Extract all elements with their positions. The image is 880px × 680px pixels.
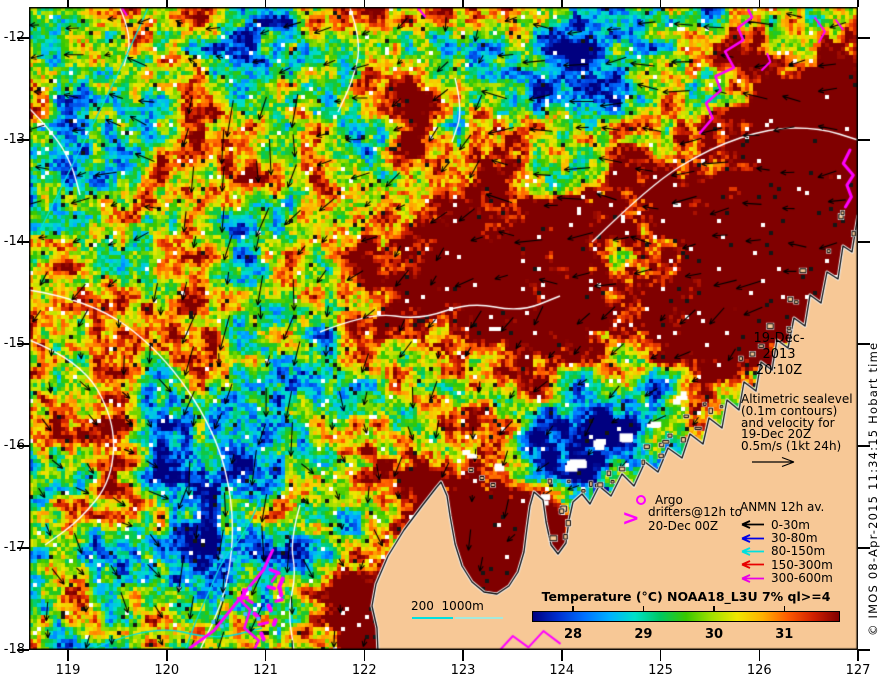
- datetime-annotation: 19-Dec-2013 20:10Z: [738, 331, 820, 379]
- anmn-depth-row: 150-300m: [738, 557, 833, 572]
- anmn-current-arrow-icon: [741, 520, 764, 530]
- lat-tick-right: [858, 241, 870, 243]
- lon-tick-label: 120: [154, 663, 180, 678]
- argo-marker-icon: [636, 495, 646, 505]
- colorbar-tick: [783, 606, 786, 611]
- lon-tick: [857, 650, 859, 661]
- drifters-text: drifters@12h to 20-Dec 00Z: [648, 505, 742, 533]
- lon-tick-top: [758, 0, 760, 7]
- colorbar-tick: [572, 606, 574, 611]
- lat-tick-label: -13: [3, 132, 25, 147]
- lon-tick-top: [166, 0, 168, 7]
- temperature-colorbar: 28 29 30 31: [532, 606, 840, 642]
- lon-tick-top: [659, 0, 662, 7]
- bathy-1000-label: 1000m: [441, 599, 484, 613]
- anmn-depth-label: 150-300m: [771, 557, 833, 572]
- copyright-vertical-text: © IMOS 08-Apr-2015 11:34:15 Hobart time: [866, 341, 880, 636]
- lat-tick-label: -16: [3, 438, 25, 453]
- lat-tick-right: [858, 649, 870, 651]
- altimetric-line: 0.5m/s (1kt 24h): [741, 439, 842, 454]
- lon-tick-top: [67, 0, 69, 7]
- anmn-depth-row: 0-30m: [738, 517, 833, 532]
- lat-tick-right: [858, 139, 870, 141]
- bathy-200-label: 200: [411, 599, 434, 613]
- colorbar-tick-label: 31: [775, 627, 794, 642]
- anmn-depth-label: 30-80m: [771, 531, 818, 546]
- anmn-title: ANMN 12h av.: [740, 500, 825, 514]
- anmn-depth-row: 80-150m: [738, 544, 833, 559]
- bathy-200-line-icon: [412, 617, 453, 619]
- lon-tick-top: [462, 0, 464, 7]
- lon-tick: [363, 650, 365, 661]
- lon-tick-label: 119: [55, 663, 81, 678]
- lon-tick-top: [857, 0, 859, 7]
- imos-sst-map-page: 119 120 121 122 123 124 125 126 127 -12 -13 -14 -15 -…: [0, 0, 880, 680]
- lon-tick: [659, 650, 662, 661]
- lon-tick-top: [264, 0, 267, 7]
- lon-tick: [264, 650, 267, 661]
- altimetric-note: Altimetric sealevel (0.1m contours) and …: [741, 393, 853, 454]
- anmn-depth-label: 80-150m: [771, 544, 826, 559]
- colorbar-tick-label: 28: [563, 627, 583, 642]
- colorbar-tick: [642, 606, 645, 611]
- lon-tick-top: [363, 0, 365, 7]
- anmn-depth-label: 0-30m: [771, 517, 810, 532]
- drifters-legend: > drifters@12h to 20-Dec 00Z: [622, 505, 752, 537]
- lon-tick-label: 122: [351, 663, 377, 678]
- drifters-line: drifters@12h to: [648, 505, 742, 519]
- lon-tick-label: 121: [253, 663, 278, 678]
- lon-tick-top: [561, 0, 563, 7]
- lat-tick-label: -12: [3, 30, 25, 45]
- velocity-scale-arrow-icon: [752, 456, 795, 468]
- anmn-depth-row: 30-80m: [738, 531, 833, 546]
- lat-tick-label: -17: [3, 540, 25, 555]
- sst-map-canvas: [29, 7, 858, 650]
- anmn-current-arrow-icon: [741, 573, 764, 583]
- date-line: 19-Dec-2013: [753, 331, 805, 362]
- lon-tick: [561, 650, 563, 661]
- drifters-line: 20-Dec 00Z: [648, 518, 719, 533]
- colorbar-tick-label: 29: [634, 627, 653, 642]
- bathymetry-scale-legend: 200 1000m: [411, 599, 503, 619]
- anmn-legend: ANMN 12h av. 0-30m 30-80m 80-150m 150-300m 3…: [738, 500, 833, 585]
- lat-tick-label: -15: [3, 336, 25, 351]
- anmn-rows: 0-30m 30-80m 80-150m 150-300m 300-600m: [738, 518, 833, 585]
- anmn-depth-row: 300-600m: [738, 571, 833, 586]
- lat-tick-label: -14: [3, 234, 25, 249]
- colorbar-title: Temperature (°C) NOAA18_L3U 7% ql>=4: [541, 589, 831, 604]
- anmn-current-arrow-icon: [741, 560, 764, 570]
- bathy-1000-line-icon: [455, 617, 503, 619]
- lon-tick: [67, 650, 69, 661]
- lon-tick: [462, 650, 464, 661]
- anmn-current-arrow-icon: [741, 547, 764, 556]
- lon-tick: [758, 650, 760, 661]
- lon-tick-label: 126: [746, 663, 772, 678]
- anmn-current-arrow-icon: [741, 533, 764, 543]
- colorbar-tick-label: 30: [704, 627, 724, 642]
- colorbar-tick: [713, 606, 715, 611]
- lon-tick-label: 123: [450, 663, 476, 678]
- time-line: 20:10Z: [755, 363, 803, 378]
- anmn-depth-label: 300-600m: [771, 571, 833, 586]
- drifter-marker-icon: >: [622, 506, 640, 530]
- lon-tick-label: 125: [648, 663, 673, 678]
- lon-tick-label: 127: [845, 663, 871, 678]
- lon-tick: [166, 650, 168, 661]
- lat-tick-right: [858, 37, 870, 39]
- lon-tick-label: 124: [549, 663, 575, 678]
- lat-tick-label: -18: [3, 642, 25, 657]
